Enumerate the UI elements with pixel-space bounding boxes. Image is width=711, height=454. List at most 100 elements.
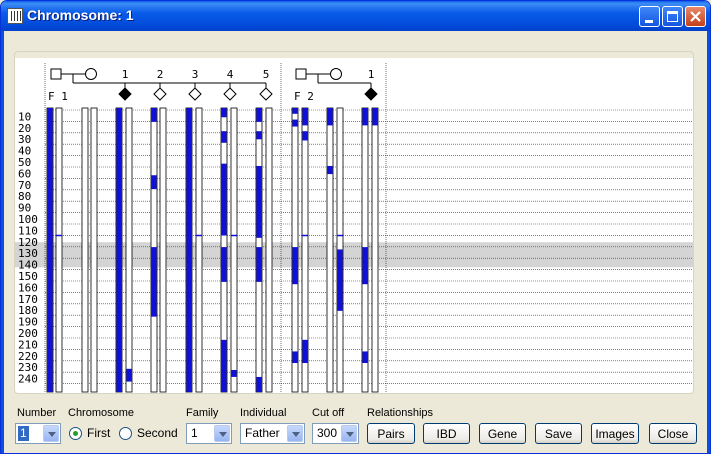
individual-select-value: Father <box>245 426 280 440</box>
images-button[interactable]: Images <box>591 423 639 444</box>
chevron-down-icon[interactable] <box>214 425 230 442</box>
affected-diamond-icon <box>118 87 132 101</box>
ibd-segment <box>47 108 53 392</box>
chevron-down-icon[interactable] <box>341 425 357 442</box>
ibd-segment <box>327 108 333 126</box>
chromosome-plot[interactable]: 10 20 30 40 50 60 70 80 90 100 110 120 130 140 150 160 1… <box>15 58 693 393</box>
cutoff-select[interactable]: 300 <box>312 423 359 444</box>
child-number-label: 1 <box>368 68 375 81</box>
number-label: Number <box>17 407 57 419</box>
child-number-label: 3 <box>192 68 199 81</box>
ibd-segment <box>151 247 157 317</box>
number-select[interactable]: 1 <box>15 423 61 444</box>
diamond-icon <box>223 87 237 101</box>
individual-label: Individual <box>240 407 287 419</box>
individual-select[interactable]: Father <box>240 423 305 444</box>
ibd-segment <box>221 108 227 118</box>
ibd-segment <box>186 108 192 392</box>
gene-button[interactable]: Gene <box>479 423 526 444</box>
ibd-segment <box>256 131 262 140</box>
cutoff-select-value: 300 <box>317 426 338 440</box>
chromosome-bar <box>125 107 133 393</box>
ibd-segment <box>362 108 368 126</box>
male-square-icon <box>50 68 62 80</box>
chromosome-bar <box>55 107 63 393</box>
ibd-button[interactable]: IBD <box>423 423 470 444</box>
title-bar[interactable]: Chromosome: 1 <box>1 1 710 31</box>
radio-second-label: Second <box>137 426 178 440</box>
save-button[interactable]: Save <box>535 423 582 444</box>
ibd-segment <box>151 108 157 122</box>
chromosome-bar <box>326 107 334 393</box>
family-select-value: 1 <box>191 426 198 440</box>
male-square-icon <box>295 68 307 80</box>
chromosome-bar <box>265 107 273 393</box>
ibd-segment <box>362 247 368 285</box>
ibd-segment <box>256 247 262 282</box>
maximize-button[interactable] <box>662 6 683 27</box>
ibd-segment <box>372 108 378 126</box>
y-tick-label: 240 <box>18 373 38 386</box>
ibd-segment <box>231 369 237 377</box>
ibd-segment <box>337 249 343 311</box>
cutoff-label: Cut off <box>312 407 345 419</box>
chevron-down-icon[interactable] <box>43 425 59 442</box>
affected-diamond-icon <box>364 87 378 101</box>
ibd-segment <box>292 247 298 285</box>
chromosome-window: Chromosome: 1 10 20 30 40 50 60 70 80 90 100 110 12… <box>0 0 711 454</box>
number-select-value: 1 <box>18 426 29 441</box>
ibd-segment <box>327 165 333 175</box>
chromosome-bar <box>159 107 167 393</box>
ibd-segment <box>221 163 227 236</box>
family-2-label: F 2 <box>294 90 314 103</box>
female-circle-icon <box>85 68 97 80</box>
close-icon <box>690 11 701 22</box>
chevron-down-icon[interactable] <box>287 425 303 442</box>
family-label: Family <box>186 407 219 419</box>
child-number-label: 1 <box>122 68 129 81</box>
ibd-segment <box>302 108 308 126</box>
ibd-segment <box>256 165 262 238</box>
minimize-button[interactable] <box>639 6 660 27</box>
radio-first-label: First <box>87 426 111 440</box>
ibd-segment <box>292 119 298 127</box>
relationships-label: Relationships <box>367 407 434 419</box>
radio-first[interactable] <box>69 427 82 440</box>
ibd-segment <box>126 368 132 382</box>
ibd-segment <box>302 339 308 364</box>
window-frame-right <box>707 31 710 453</box>
app-icon <box>7 8 23 24</box>
ibd-segment <box>116 108 122 392</box>
child-number-label: 4 <box>227 68 234 81</box>
window-title: Chromosome: 1 <box>27 7 134 23</box>
close-button[interactable]: Close <box>649 423 697 444</box>
ibd-segment <box>151 175 157 190</box>
family-1-label: F 1 <box>48 90 68 103</box>
family-select[interactable]: 1 <box>186 423 232 444</box>
child-number-label: 5 <box>263 68 270 81</box>
ibd-segment <box>292 108 298 114</box>
female-circle-icon <box>330 68 342 80</box>
diamond-icon <box>188 87 202 101</box>
window-frame-left <box>1 31 4 453</box>
chromosome-plot-svg: 1020304050607080901001101201301401501601… <box>15 63 693 393</box>
pairs-button[interactable]: Pairs <box>367 423 415 444</box>
ibd-segment <box>362 351 368 364</box>
ibd-segment <box>292 351 298 364</box>
ibd-segment <box>221 339 227 392</box>
close-window-button[interactable] <box>685 6 706 27</box>
ibd-segment <box>302 131 308 141</box>
child-number-label: 2 <box>157 68 164 81</box>
chromosome-bar <box>81 107 89 393</box>
chromosome-bar <box>371 107 379 393</box>
chromosome-label: Chromosome <box>68 407 135 419</box>
minimize-icon <box>645 20 653 23</box>
chromosome-bar <box>90 107 98 393</box>
ibd-segment <box>256 108 262 122</box>
ibd-segment <box>221 131 227 143</box>
radio-second[interactable] <box>119 427 132 440</box>
chromosome-bar <box>195 107 203 393</box>
ibd-segment <box>221 247 227 282</box>
ibd-segment <box>256 376 262 392</box>
diamond-icon <box>259 87 273 101</box>
